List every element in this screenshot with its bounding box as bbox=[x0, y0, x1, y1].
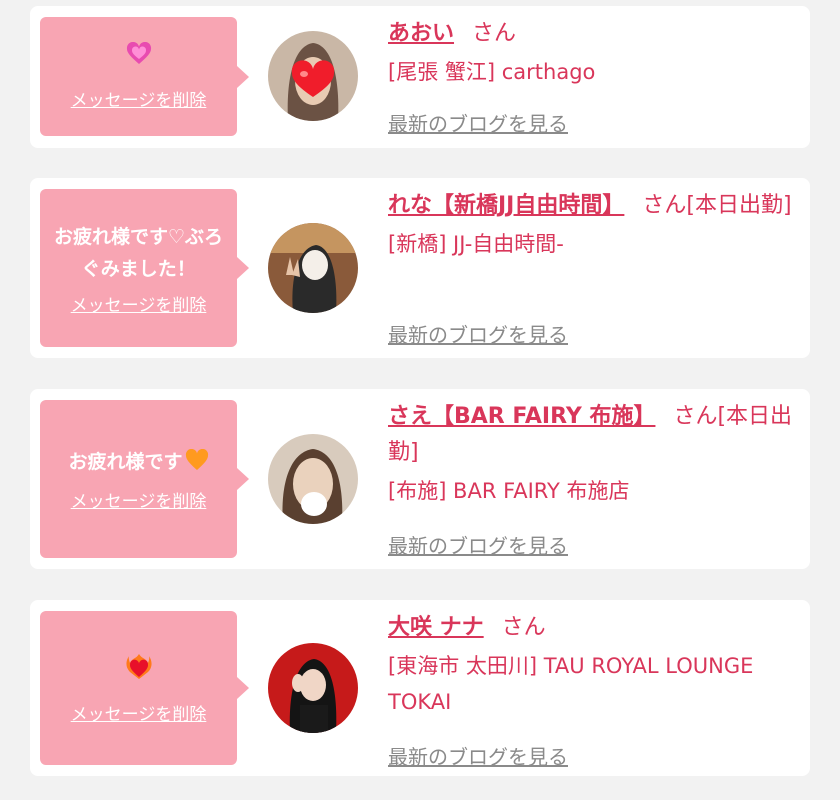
list-item: メッセージを削除 あおい さん [尾張 蟹江] carthago 最新のブログを見… bbox=[30, 6, 810, 148]
delete-message-link[interactable]: メッセージを削除 bbox=[71, 700, 207, 725]
orange-heart-icon bbox=[185, 448, 209, 481]
delete-message-link[interactable]: メッセージを削除 bbox=[71, 291, 207, 316]
delete-message-link[interactable]: メッセージを削除 bbox=[71, 487, 207, 512]
message-bubble: お疲れ様です♡ぶろぐみました！ メッセージを削除 bbox=[40, 189, 249, 347]
honorific: さん[本日出勤] bbox=[642, 193, 792, 218]
sender-name-link[interactable]: さえ【BAR FAIRY 布施】 bbox=[388, 404, 655, 429]
message-list: メッセージを削除 あおい さん [尾張 蟹江] carthago 最新のブログを見… bbox=[0, 0, 840, 800]
avatar[interactable] bbox=[268, 434, 358, 524]
latest-blog-link[interactable]: 最新のブログを見る bbox=[388, 319, 568, 348]
sender-name-link[interactable]: 大咲 ナナ bbox=[388, 615, 484, 640]
list-item: お疲れ様です メッセージを削除 さえ【BAR FAIRY 布施】 さん[本日出勤]… bbox=[30, 389, 810, 569]
honorific: さん bbox=[472, 21, 517, 46]
avatar[interactable] bbox=[268, 223, 358, 313]
list-item: メッセージを削除 大咲 ナナ さん [東海市 太田川] TAU ROYAL LOU… bbox=[30, 600, 810, 776]
delete-message-link[interactable]: メッセージを削除 bbox=[71, 86, 207, 111]
shop-info: [布施] BAR FAIRY 布施店 bbox=[388, 479, 630, 503]
sender-name-link[interactable]: れな【新橋JJ自由時間】 bbox=[388, 193, 624, 218]
avatar[interactable] bbox=[268, 643, 358, 733]
latest-blog-link[interactable]: 最新のブログを見る bbox=[388, 530, 568, 559]
message-bubble: お疲れ様です メッセージを削除 bbox=[40, 400, 249, 558]
latest-blog-link[interactable]: 最新のブログを見る bbox=[388, 741, 568, 770]
shop-info: [新橋] JJ-自由時間- bbox=[388, 232, 564, 256]
sender-name-link[interactable]: あおい bbox=[388, 21, 454, 46]
message-text: お疲れ様です bbox=[56, 446, 220, 481]
shop-info: [東海市 太田川] TAU ROYAL LOUNGE TOKAI bbox=[388, 654, 754, 714]
heart-on-fire-icon bbox=[125, 652, 152, 688]
message-bubble: メッセージを削除 bbox=[40, 17, 249, 136]
message-text: お疲れ様です♡ぶろぐみました！ bbox=[53, 225, 224, 280]
shop-info: [尾張 蟹江] carthago bbox=[388, 60, 596, 84]
growing-heart-icon bbox=[126, 41, 152, 74]
honorific: さん bbox=[501, 615, 546, 640]
latest-blog-link[interactable]: 最新のブログを見る bbox=[388, 108, 568, 137]
message-bubble: メッセージを削除 bbox=[40, 611, 249, 765]
avatar[interactable] bbox=[268, 31, 358, 121]
list-item: お疲れ様です♡ぶろぐみました！ メッセージを削除 れな【新橋JJ自由時間】 さん[… bbox=[30, 178, 810, 358]
